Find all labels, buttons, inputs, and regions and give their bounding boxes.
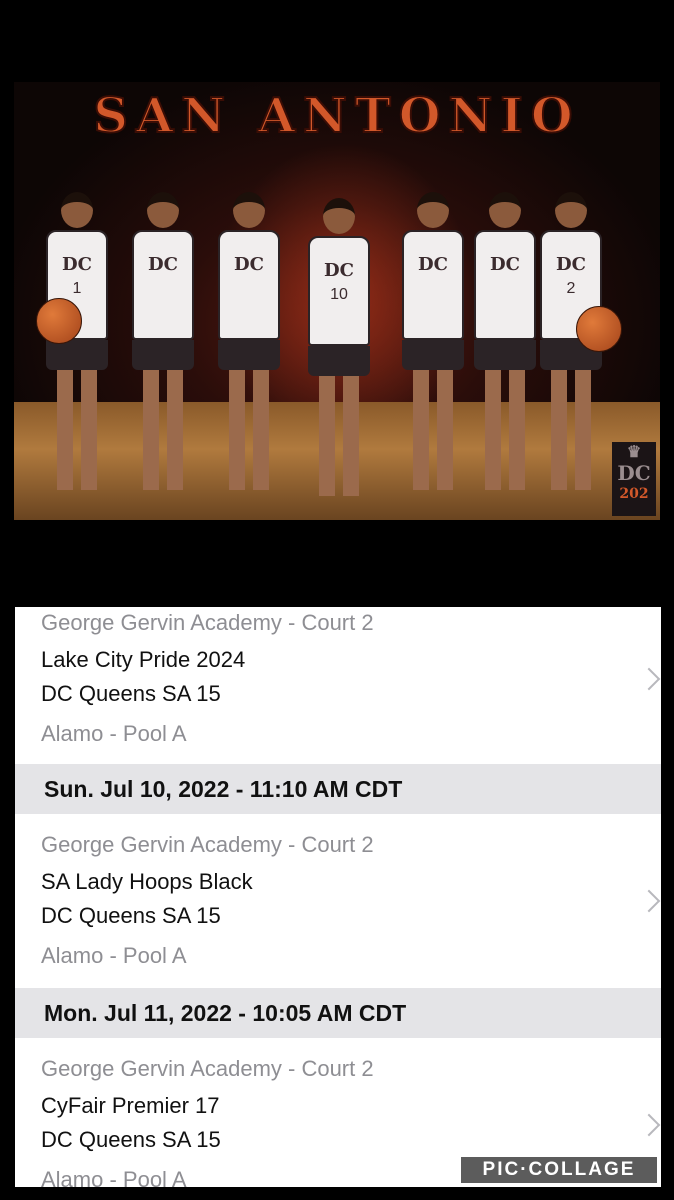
photo-title: SAN ANTONIO <box>92 87 581 145</box>
date-header: Mon. Jul 11, 2022 - 10:05 AM CDT <box>15 988 661 1038</box>
crown-icon: ♛ <box>626 442 642 461</box>
player: DC <box>398 192 468 490</box>
player: DC <box>470 192 540 490</box>
game-venue: George Gervin Academy - Court 2 <box>41 610 374 635</box>
date-header-label: Mon. Jul 11, 2022 - 10:05 AM CDT <box>44 1000 407 1026</box>
game-row[interactable]: George Gervin Academy - Court 2 Lake Cit… <box>15 607 661 764</box>
game-team-2: DC Queens SA 15 <box>41 903 221 928</box>
game-team-2: DC Queens SA 15 <box>41 1127 221 1152</box>
schedule-list: George Gervin Academy - Court 2 Lake Cit… <box>15 607 661 1187</box>
game-pool: Alamo - Pool A <box>41 943 187 968</box>
team-photo: SAN ANTONIO DC 1 DC DC DC 10 DC DC DC 2 ♛ D <box>14 82 660 520</box>
chevron-right-icon <box>637 889 661 913</box>
chevron-right-icon <box>637 667 661 691</box>
game-team-1: CyFair Premier 17 <box>41 1093 220 1118</box>
basketball <box>36 298 82 344</box>
game-venue: George Gervin Academy - Court 2 <box>41 832 374 857</box>
basketball <box>576 306 622 352</box>
game-row[interactable]: George Gervin Academy - Court 2 SA Lady … <box>15 814 661 988</box>
date-header-label: Sun. Jul 10, 2022 - 11:10 AM CDT <box>44 776 403 802</box>
date-header: Sun. Jul 10, 2022 - 11:10 AM CDT <box>15 764 661 814</box>
game-team-1: SA Lady Hoops Black <box>41 869 253 894</box>
player: DC <box>128 192 198 490</box>
player: DC 10 <box>304 198 374 496</box>
chevron-right-icon <box>637 1113 661 1137</box>
game-team-1: Lake City Pride 2024 <box>41 647 246 672</box>
watermark: PIC·COLLAGE <box>461 1157 657 1183</box>
player: DC <box>214 192 284 490</box>
game-venue: George Gervin Academy - Court 2 <box>41 1056 374 1081</box>
game-pool: Alamo - Pool A <box>41 1167 187 1187</box>
game-team-2: DC Queens SA 15 <box>41 681 221 706</box>
team-logo: ♛ DC 202 <box>612 442 656 516</box>
game-pool: Alamo - Pool A <box>41 721 187 746</box>
